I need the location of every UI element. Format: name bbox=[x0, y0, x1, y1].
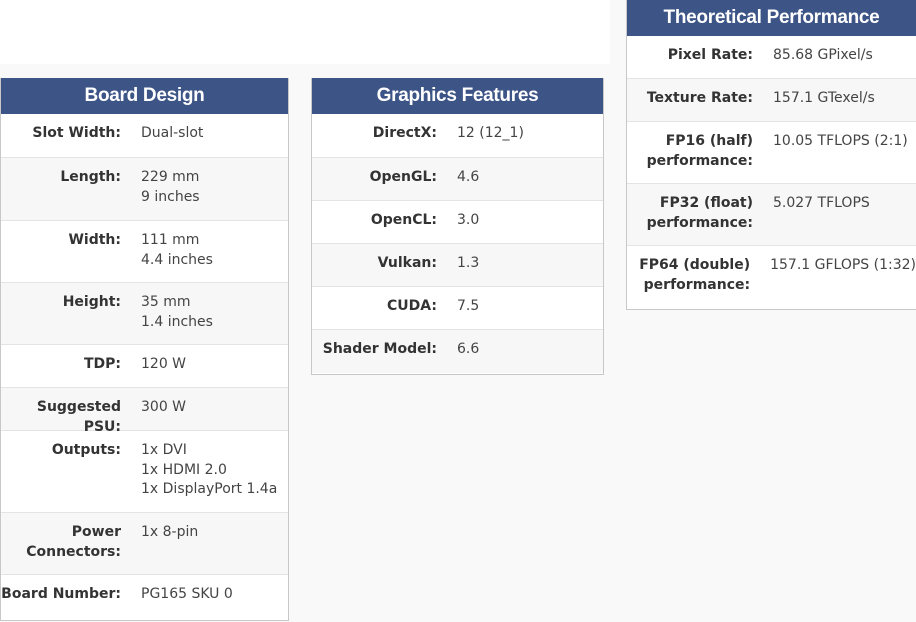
spec-label: CUDA: bbox=[387, 298, 437, 314]
spec-value: 1x DVI 1x HDMI 2.0 1x DisplayPort 1.4a bbox=[138, 441, 277, 512]
spec-value: 1.3 bbox=[454, 254, 479, 286]
spec-value-line: 1x DisplayPort 1.4a bbox=[141, 481, 278, 497]
spec-value-line: 12 (12_1) bbox=[457, 125, 524, 141]
graphics-features-title: Graphics Features bbox=[312, 78, 603, 114]
spec-row-fp16-half-performance: FP16 (half) performance: 10.05 TFLOPS (2:… bbox=[627, 121, 916, 183]
spec-value: 4.6 bbox=[454, 168, 479, 200]
spec-row-tdp: TDP: 120 W bbox=[1, 344, 288, 387]
spec-row-shader-model: Shader Model: 6.6 bbox=[312, 329, 603, 373]
spec-row-outputs: Outputs: 1x DVI 1x HDMI 2.0 1x DisplayPort … bbox=[1, 430, 288, 512]
graphics-features-rows: DirectX: 12 (12_1) OpenGL: 4.6 OpenCL: 3.0 Vul… bbox=[312, 114, 603, 373]
spec-label: Height: bbox=[62, 294, 121, 310]
spec-value: 10.05 TFLOPS (2:1) bbox=[770, 132, 908, 183]
spec-value: PG165 SKU 0 bbox=[138, 585, 233, 617]
graphics-features-panel: Graphics Features DirectX: 12 (12_1) OpenG… bbox=[311, 78, 604, 375]
spec-value: 5.027 TFLOPS bbox=[770, 194, 870, 245]
spec-row-width: Width: 111 mm 4.4 inches bbox=[1, 220, 288, 282]
spec-value-line: 1.3 bbox=[457, 255, 480, 271]
spec-label: Length: bbox=[60, 169, 121, 185]
theoretical-performance-panel: Theoretical Performance Pixel Rate: 85.68… bbox=[626, 0, 916, 310]
spec-value: 157.1 GTexel/s bbox=[770, 89, 875, 121]
spec-label: Texture Rate: bbox=[646, 90, 753, 106]
spec-label: FP16 (half) performance: bbox=[646, 133, 753, 169]
spec-value: 111 mm 4.4 inches bbox=[138, 231, 213, 282]
spec-row-power-connectors: Power Connectors: 1x 8-pin bbox=[1, 512, 288, 574]
spec-row-length: Length: 229 mm 9 inches bbox=[1, 157, 288, 220]
spec-value-line: 3.0 bbox=[457, 212, 480, 228]
spec-label: Shader Model: bbox=[322, 341, 437, 357]
spec-value-line: 111 mm bbox=[141, 232, 200, 248]
spec-value: 12 (12_1) bbox=[454, 124, 524, 157]
board-design-title: Board Design bbox=[1, 78, 288, 114]
spec-row-board-number: Board Number: PG165 SKU 0 bbox=[1, 574, 288, 617]
spec-value: 229 mm 9 inches bbox=[138, 168, 200, 220]
spec-row-texture-rate: Texture Rate: 157.1 GTexel/s bbox=[627, 78, 916, 121]
spec-label: Slot Width: bbox=[32, 125, 121, 141]
spec-value: 3.0 bbox=[454, 211, 479, 243]
spec-value: 85.68 GPixel/s bbox=[770, 46, 873, 78]
theoretical-performance-rows: Pixel Rate: 85.68 GPixel/s Texture Rate: 15… bbox=[627, 36, 916, 307]
spec-row-fp32-float-performance: FP32 (float) performance: 5.027 TFLOPS bbox=[627, 183, 916, 245]
spec-row-height: Height: 35 mm 1.4 inches bbox=[1, 282, 288, 344]
spec-row-opengl: OpenGL: 4.6 bbox=[312, 157, 603, 200]
theoretical-performance-title: Theoretical Performance bbox=[627, 0, 916, 36]
spec-value-line: 85.68 GPixel/s bbox=[773, 47, 873, 63]
spec-value: 300 W bbox=[138, 398, 186, 430]
spec-value-line: 9 inches bbox=[141, 188, 200, 205]
spec-row-fp64-double-performance: FP64 (double) performance: 157.1 GFLOPS (… bbox=[627, 245, 916, 307]
spec-label: Outputs: bbox=[51, 442, 121, 458]
spec-label: Width: bbox=[68, 232, 121, 248]
spec-value: 7.5 bbox=[454, 297, 479, 329]
spec-label: Pixel Rate: bbox=[667, 47, 753, 63]
spec-label: FP32 (float) performance: bbox=[646, 195, 753, 231]
spec-value-line: PG165 SKU 0 bbox=[141, 586, 233, 602]
spec-value-line: 1x DVI bbox=[141, 442, 187, 458]
spec-value-line: 300 W bbox=[141, 399, 187, 415]
spec-row-opencl: OpenCL: 3.0 bbox=[312, 200, 603, 243]
board-design-rows: Slot Width: Dual-slot Length: 229 mm 9 inche… bbox=[1, 114, 288, 617]
spec-value-line: 10.05 TFLOPS (2:1) bbox=[773, 133, 908, 149]
spec-value-line: 1x HDMI 2.0 bbox=[141, 461, 227, 478]
spec-row-pixel-rate: Pixel Rate: 85.68 GPixel/s bbox=[627, 36, 916, 78]
spec-value: Dual-slot bbox=[138, 124, 203, 157]
spec-label: OpenGL: bbox=[369, 169, 437, 185]
spec-label: TDP: bbox=[83, 356, 121, 372]
spec-value: 157.1 GFLOPS (1:32) bbox=[767, 256, 916, 307]
spec-label: Power Connectors: bbox=[26, 524, 121, 560]
board-design-panel: Board Design Slot Width: Dual-slot Length:… bbox=[0, 78, 289, 621]
spec-value-line: 120 W bbox=[141, 356, 187, 372]
spec-value-line: 4.6 bbox=[457, 169, 480, 185]
spec-value: 120 W bbox=[138, 355, 186, 387]
spec-row-suggested-psu: Suggested PSU: 300 W bbox=[1, 387, 288, 435]
spec-label: Suggested PSU: bbox=[36, 399, 121, 435]
spec-row-slot-width: Slot Width: Dual-slot bbox=[1, 114, 288, 157]
spec-value-line: 1.4 inches bbox=[141, 313, 213, 330]
spec-row-vulkan: Vulkan: 1.3 bbox=[312, 243, 603, 286]
spec-value: 6.6 bbox=[454, 340, 479, 373]
spec-value-line: 157.1 GFLOPS (1:32) bbox=[770, 257, 916, 273]
spec-value-line: 7.5 bbox=[457, 298, 480, 314]
spec-label: FP64 (double) performance: bbox=[639, 257, 751, 293]
spec-value-line: 6.6 bbox=[457, 341, 480, 357]
spec-row-cuda: CUDA: 7.5 bbox=[312, 286, 603, 329]
spec-value-line: Dual-slot bbox=[141, 125, 204, 141]
spec-value-line: 157.1 GTexel/s bbox=[773, 90, 875, 106]
top-white-area bbox=[0, 0, 610, 64]
spec-value: 35 mm 1.4 inches bbox=[138, 293, 213, 344]
spec-value-line: 4.4 inches bbox=[141, 251, 213, 268]
spec-value-line: 1x 8-pin bbox=[141, 524, 199, 540]
spec-label: OpenCL: bbox=[370, 212, 437, 228]
spec-row-directx: DirectX: 12 (12_1) bbox=[312, 114, 603, 157]
spec-label: DirectX: bbox=[372, 125, 437, 141]
spec-value-line: 5.027 TFLOPS bbox=[773, 195, 870, 211]
spec-label: Board Number: bbox=[1, 586, 121, 602]
spec-value: 1x 8-pin bbox=[138, 523, 198, 574]
spec-value-line: 35 mm bbox=[141, 294, 191, 310]
spec-value-line: 229 mm bbox=[141, 169, 200, 185]
spec-label: Vulkan: bbox=[377, 255, 437, 271]
